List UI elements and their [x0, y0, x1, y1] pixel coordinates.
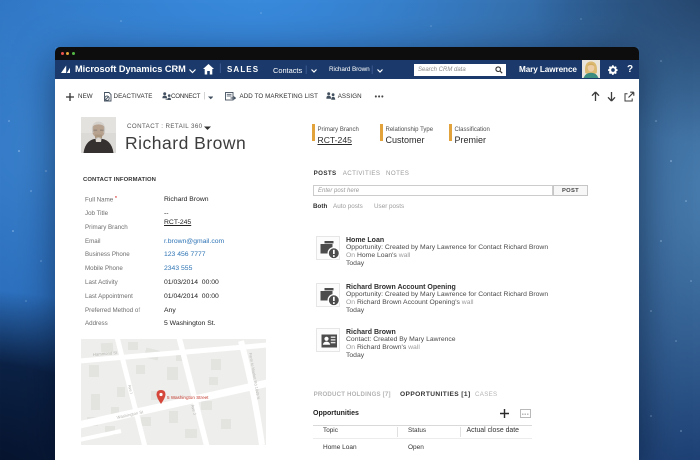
svg-text:5 Washington Street: 5 Washington Street — [167, 395, 209, 400]
